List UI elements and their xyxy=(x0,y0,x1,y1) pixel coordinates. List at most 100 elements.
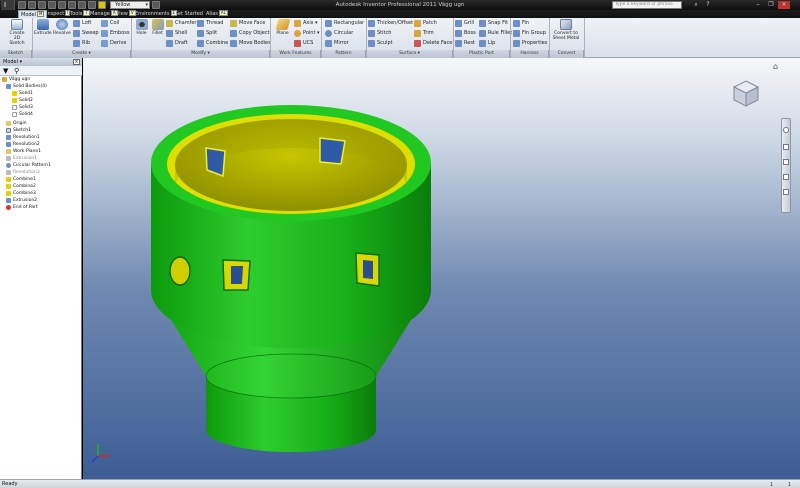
tree-item[interactable]: Solid Bodies(4) xyxy=(6,83,47,90)
graphics-viewport[interactable]: ⌂ xyxy=(83,58,800,479)
tree-item[interactable]: Combine3 xyxy=(6,190,36,197)
new-icon[interactable] xyxy=(18,1,26,9)
material-dropdown[interactable]: Yellow xyxy=(110,1,150,9)
home-icon[interactable]: ⌂ xyxy=(773,62,778,71)
trim-button[interactable]: Trim xyxy=(414,29,434,38)
panel-convert-caption[interactable]: Convert xyxy=(550,50,584,58)
zoom-icon[interactable] xyxy=(783,159,789,165)
panel-harness-caption[interactable]: Harness xyxy=(511,50,549,58)
search-input[interactable]: Type a keyword or phrase xyxy=(612,1,682,9)
pan-icon[interactable] xyxy=(783,144,789,150)
panel-work-features-caption[interactable]: Work Features xyxy=(271,50,321,58)
tab-alias[interactable]: Alias AL xyxy=(204,10,230,18)
delete-face-button[interactable]: Delete Face xyxy=(414,39,452,48)
application-menu-button[interactable]: I xyxy=(1,0,15,10)
sweep-button[interactable]: Sweep xyxy=(73,29,99,38)
stitch-button[interactable]: Stitch xyxy=(368,29,391,38)
convert-to-sheet-metal-button[interactable]: Convert to Sheet Metal xyxy=(551,19,581,41)
save-icon[interactable] xyxy=(38,1,46,9)
plane-button[interactable]: Plane xyxy=(274,19,291,36)
rib-button[interactable]: Rib xyxy=(73,39,90,48)
tree-item[interactable]: Sketch1 xyxy=(6,127,31,134)
tree-item[interactable]: Solid4 xyxy=(12,111,33,118)
filter-icon[interactable]: ▼ xyxy=(3,67,8,75)
draft-button[interactable]: Draft xyxy=(166,39,188,48)
create-2d-sketch-button[interactable]: Create 2D Sketch xyxy=(6,19,28,46)
circular-pattern-button[interactable]: Circular xyxy=(325,29,353,38)
tree-item[interactable]: Extrusion1 xyxy=(6,155,37,162)
orbit-icon[interactable] xyxy=(783,174,789,180)
sculpt-button[interactable]: Sculpt xyxy=(368,39,393,48)
revolve-button[interactable]: Revolve xyxy=(53,19,71,36)
viewcube[interactable] xyxy=(731,78,761,108)
update-icon[interactable] xyxy=(88,1,96,9)
navigation-bar[interactable] xyxy=(781,118,791,213)
split-button[interactable]: Split xyxy=(197,29,217,38)
look-at-icon[interactable] xyxy=(783,189,789,195)
thread-button[interactable]: Thread xyxy=(197,19,223,28)
boss-button[interactable]: Boss xyxy=(455,29,476,38)
tree-item[interactable]: Revolution2 xyxy=(6,141,40,148)
close-icon[interactable]: × xyxy=(778,1,790,9)
panel-create-caption[interactable]: Create ▾ xyxy=(33,50,131,58)
panel-surface-caption[interactable]: Surface ▾ xyxy=(367,50,453,58)
appearance-icon[interactable] xyxy=(152,1,160,9)
move-face-button[interactable]: Move Face xyxy=(230,19,265,28)
tree-item[interactable]: Extrusion2 xyxy=(6,197,37,204)
tree-item[interactable]: Solid1 xyxy=(12,90,33,97)
minimize-icon[interactable]: – xyxy=(752,1,764,9)
move-bodies-button[interactable]: Move Bodies xyxy=(230,39,271,48)
find-icon[interactable]: ⚲ xyxy=(14,67,19,75)
tree-item[interactable]: Combine1 xyxy=(6,176,36,183)
axis-button[interactable]: Axis ▾ xyxy=(294,19,317,28)
select-icon[interactable] xyxy=(78,1,86,9)
tab-get-started[interactable]: Get Started xyxy=(172,10,205,18)
thicken-offset-button[interactable]: Thicken/Offset xyxy=(368,19,413,28)
tree-item[interactable]: Work Plane1 xyxy=(6,148,41,155)
panel-plastic-part-caption[interactable]: Plastic Part xyxy=(454,50,510,58)
tree-item[interactable]: End of Part xyxy=(6,204,38,211)
tree-root[interactable]: Vägg ugn xyxy=(2,76,30,83)
lip-button[interactable]: Lip xyxy=(479,39,495,48)
snap-fit-button[interactable]: Snap Fit xyxy=(479,19,508,28)
open-icon[interactable] xyxy=(28,1,36,9)
patch-button[interactable]: Patch xyxy=(414,19,437,28)
panel-sketch-caption[interactable]: Sketch xyxy=(0,50,32,58)
steering-wheel-icon[interactable] xyxy=(783,127,789,133)
mirror-button[interactable]: Mirror xyxy=(325,39,349,48)
coil-button[interactable]: Coil xyxy=(101,19,119,28)
tree-item[interactable]: Revolution1 xyxy=(6,134,40,141)
chamfer-button[interactable]: Chamfer xyxy=(166,19,197,28)
panel-pattern-caption[interactable]: Pattern xyxy=(322,50,366,58)
hole-button[interactable]: Hole xyxy=(133,19,150,36)
panel-modify-caption[interactable]: Modify ▾ xyxy=(132,50,270,58)
rectangular-pattern-button[interactable]: Rectangular xyxy=(325,19,364,28)
tree-item[interactable]: Origin xyxy=(6,120,27,127)
tree-item[interactable]: Combine2 xyxy=(6,183,36,190)
fin-group-button[interactable]: Fin Group xyxy=(513,29,546,38)
emboss-button[interactable]: Emboss xyxy=(101,29,129,38)
derive-button[interactable]: Derive xyxy=(101,39,126,48)
help-icon[interactable]: ? xyxy=(702,1,714,9)
copy-object-button[interactable]: Copy Object xyxy=(230,29,270,38)
rule-fillet-button[interactable]: Rule Fillet xyxy=(479,29,512,38)
search-icon[interactable]: ⌕ xyxy=(690,1,702,9)
shell-button[interactable]: Shell xyxy=(166,29,187,38)
point-button[interactable]: Point ▾ xyxy=(294,29,320,38)
undo-icon[interactable] xyxy=(48,1,56,9)
fillet-button[interactable]: Fillet xyxy=(149,19,166,36)
rest-button[interactable]: Rest xyxy=(455,39,475,48)
tree-item[interactable]: Circular Pattern1 xyxy=(6,162,51,169)
restore-icon[interactable]: ❐ xyxy=(765,1,777,9)
ucs-button[interactable]: UCS xyxy=(294,39,313,48)
browser-close-icon[interactable]: × xyxy=(73,59,80,65)
extrude-button[interactable]: Extrude xyxy=(34,19,52,36)
loft-button[interactable]: Loft xyxy=(73,19,91,28)
tree-item[interactable]: Solid2 xyxy=(12,97,33,104)
redo-icon[interactable] xyxy=(58,1,66,9)
tree-item[interactable]: Revolution3 xyxy=(6,169,40,176)
tree-item[interactable]: Solid3 xyxy=(12,104,33,111)
properties-button[interactable]: Properties xyxy=(513,39,547,48)
browser-header[interactable]: Model ▾ xyxy=(0,58,82,66)
grill-button[interactable]: Grill xyxy=(455,19,474,28)
